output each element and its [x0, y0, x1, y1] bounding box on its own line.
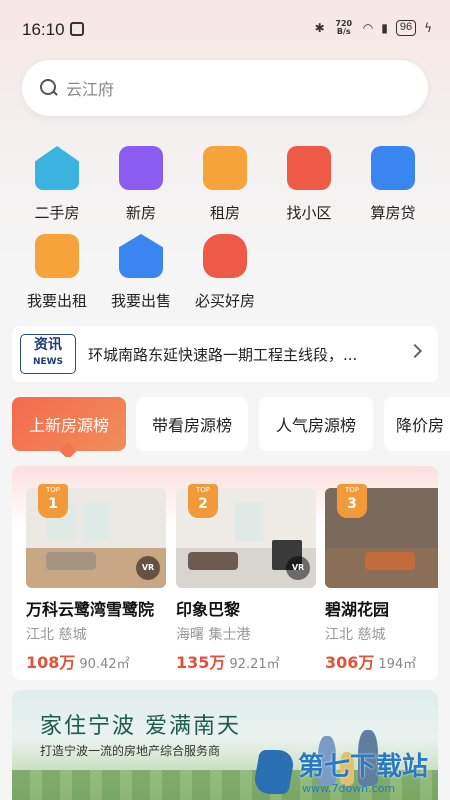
chevron-right-icon[interactable] — [407, 343, 423, 359]
listing-card[interactable]: VR TOP 2 印象巴黎 海曙 集士港 135万 92.21㎡ — [176, 484, 316, 673]
quick-link-sell[interactable]: 我要出售 — [96, 234, 186, 311]
notification-icon — [70, 22, 84, 36]
quick-link-second-hand[interactable]: 二手房 — [12, 146, 102, 223]
listing-name: 万科云鹭湾雪鹭院 — [26, 600, 155, 619]
status-bar: 16:10 ✱ 720 B/s ◠ ▮ 96 ϟ — [0, 0, 450, 58]
quick-link-new-home[interactable]: 新房 — [96, 146, 186, 223]
calculator-icon — [371, 146, 415, 190]
rank-badge: TOP 1 — [38, 484, 68, 518]
vr-icon[interactable]: VR — [136, 556, 160, 580]
quick-link-must-buy[interactable]: 必买好房 — [180, 234, 270, 311]
listing-area: 江北 慈城 — [325, 627, 386, 643]
search-icon — [40, 79, 58, 97]
rank-badge: TOP 2 — [188, 484, 218, 518]
ranking-tabs: 上新房源榜 带看房源榜 人气房源榜 降价房 — [12, 397, 450, 457]
community-icon — [287, 146, 331, 190]
charging-icon: ϟ — [424, 21, 432, 35]
building-icon — [119, 146, 163, 190]
network-speed: 720 B/s — [335, 19, 353, 36]
rank-badge: TOP 3 — [337, 484, 367, 518]
sim-icon: ▮ — [381, 21, 388, 35]
rent-out-icon — [35, 234, 79, 278]
vr-icon[interactable]: VR — [286, 556, 310, 580]
search-placeholder: 云江府 — [66, 80, 115, 99]
status-time: 16:10 — [22, 20, 65, 39]
banner-title: 家住宁波 爱满南天 — [40, 714, 241, 739]
status-icons: ✱ 720 B/s ◠ ▮ 96 ϟ — [315, 20, 432, 36]
battery-level: 96 — [395, 20, 417, 36]
tab-viewing[interactable]: 带看房源榜 — [136, 397, 248, 451]
suitcase-icon — [203, 146, 247, 190]
watermark-logo-icon — [252, 750, 296, 794]
listing-card[interactable]: TOP 3 碧湖花园 江北 慈城 306万 194㎡ — [325, 484, 438, 673]
site-watermark: 第七下载站 www.7down.com — [252, 744, 450, 800]
sell-icon — [119, 234, 163, 278]
banner-subtitle: 打造宁波一流的房地产综合服务商 — [40, 744, 221, 758]
news-ticker[interactable]: 资讯 NEWS 环城南路东延快速路一期工程主线段，... — [12, 326, 438, 382]
news-badge: 资讯 NEWS — [20, 334, 76, 374]
listing-name: 印象巴黎 — [176, 600, 241, 619]
bluetooth-icon: ✱ — [314, 21, 325, 35]
house-icon — [35, 146, 79, 190]
wifi-icon: ◠ — [362, 21, 374, 35]
tab-price-drop[interactable]: 降价房 — [384, 397, 450, 451]
tab-popular[interactable]: 人气房源榜 — [259, 397, 373, 451]
listing-name: 碧湖花园 — [325, 600, 390, 619]
news-headline[interactable]: 环城南路东延快速路一期工程主线段，... — [88, 344, 388, 365]
search-bar[interactable]: 云江府 — [22, 60, 428, 116]
quick-link-community[interactable]: 找小区 — [264, 146, 354, 223]
listing-area: 海曙 集士港 — [176, 627, 251, 643]
listing-price: 108万 90.42㎡ — [26, 653, 130, 672]
listing-price: 135万 92.21㎡ — [176, 653, 280, 672]
tab-new-listings[interactable]: 上新房源榜 — [12, 397, 126, 451]
listing-price: 306万 194㎡ — [325, 653, 417, 672]
quick-link-rent-out[interactable]: 我要出租 — [12, 234, 102, 311]
listing-panel: VR TOP 1 万科云鹭湾雪鹭院 江北 慈城 108万 90.42㎡ VR TO… — [12, 466, 438, 680]
quick-link-mortgage[interactable]: 算房贷 — [348, 146, 438, 223]
listing-area: 江北 慈城 — [26, 627, 87, 643]
quick-link-rent[interactable]: 租房 — [180, 146, 270, 223]
crown-bag-icon — [203, 234, 247, 278]
listing-card[interactable]: VR TOP 1 万科云鹭湾雪鹭院 江北 慈城 108万 90.42㎡ — [26, 484, 166, 673]
